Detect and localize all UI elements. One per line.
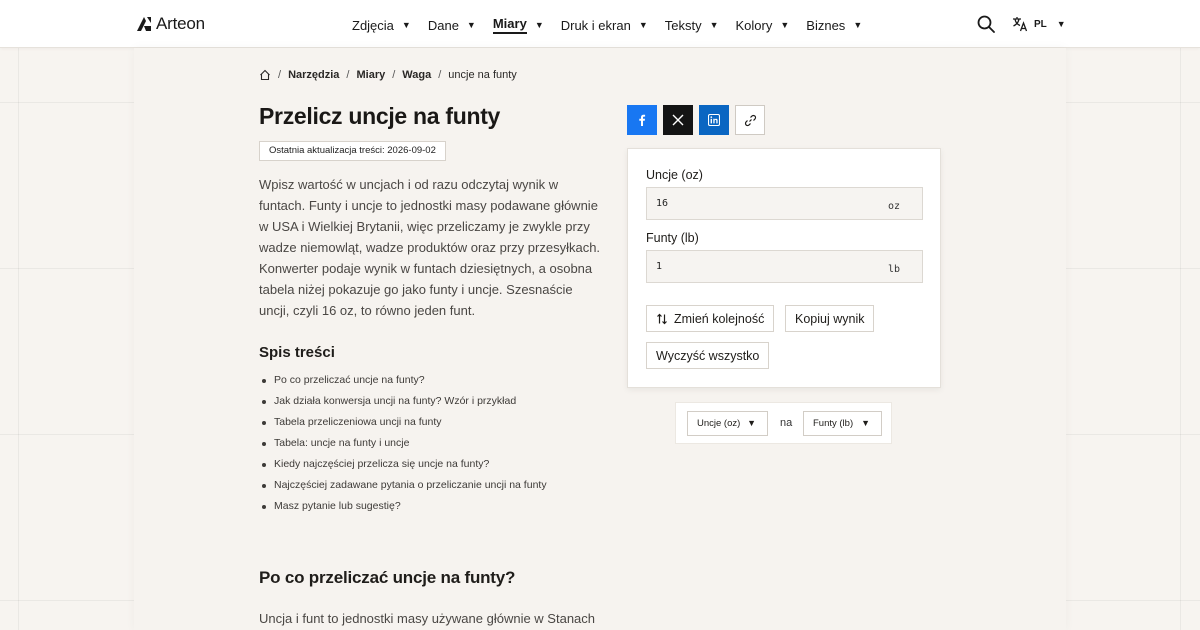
from-unit-select[interactable]: Uncje (oz) ▼ — [687, 411, 768, 436]
nav-item-zdjecia[interactable]: Zdjęcia ▼ — [352, 16, 411, 34]
breadcrumb-separator: / — [438, 69, 442, 81]
content-card: / Narzędzia / Miary / Waga / uncje na fu… — [134, 48, 1066, 630]
to-unit: lb — [887, 264, 900, 275]
nav-label: Miary — [492, 16, 527, 34]
toc-link[interactable]: Masz pytanie lub sugestię? — [259, 496, 547, 517]
caret-down-icon: ▼ — [709, 20, 719, 30]
toc-title: Spis treści — [259, 344, 335, 361]
caret-down-icon: ▼ — [780, 20, 790, 30]
share-x-button[interactable] — [663, 105, 693, 135]
nav-label: Kolory — [735, 17, 773, 33]
last-updated-badge: Ostatnia aktualizacja treści: 2026-09-02 — [259, 141, 446, 161]
nav-item-miary[interactable]: Miary ▼ — [492, 16, 544, 34]
caret-down-icon: ▼ — [466, 20, 476, 30]
copy-link-button[interactable] — [735, 105, 765, 135]
share-linkedin-button[interactable] — [699, 105, 729, 135]
main-nav: Zdjęcia ▼ Dane ▼ Miary ▼ Druk i ekran ▼ … — [352, 16, 879, 34]
from-unit-select-value: Uncje (oz) — [697, 418, 741, 429]
toc-link[interactable]: Jak działa konwersja uncji na funty? Wzó… — [259, 391, 547, 412]
breadcrumb-link-waga[interactable]: Waga — [402, 69, 431, 81]
unit-na-label: na — [780, 417, 793, 429]
breadcrumb-link-narzedzia[interactable]: Narzędzia — [288, 69, 339, 81]
nav-label: Druk i ekran — [560, 17, 631, 33]
from-field-label: Uncje (oz) — [646, 168, 703, 182]
breadcrumb-current: uncje na funty — [448, 69, 517, 81]
home-icon[interactable] — [259, 69, 271, 81]
breadcrumb-link-miary[interactable]: Miary — [356, 69, 385, 81]
nav-label: Biznes — [806, 17, 846, 33]
caret-down-icon: ▼ — [401, 20, 411, 30]
nav-item-biznes[interactable]: Biznes ▼ — [806, 16, 862, 34]
linkedin-icon — [708, 114, 720, 126]
unit-selector-bar: Uncje (oz) ▼ na Funty (lb) ▼ — [675, 402, 892, 444]
to-unit-select[interactable]: Funty (lb) ▼ — [803, 411, 882, 436]
language-switcher[interactable]: PL ▼ — [1012, 16, 1066, 32]
swap-arrows-icon — [657, 313, 667, 324]
logo-mark-icon — [137, 17, 151, 31]
breadcrumb-separator: / — [392, 69, 396, 81]
swap-button-label: Zmień kolejność — [674, 311, 765, 326]
nav-item-kolory[interactable]: Kolory ▼ — [736, 16, 790, 34]
toc-link[interactable]: Tabela: uncje na funty i uncje — [259, 433, 547, 454]
x-icon — [672, 114, 684, 126]
toc-link[interactable]: Kiedy najczęściej przelicza się uncje na… — [259, 454, 547, 475]
toc-link[interactable]: Po co przeliczać uncje na funty? — [259, 370, 547, 391]
logo[interactable]: Arteon — [136, 14, 205, 34]
caret-down-icon: ▼ — [853, 20, 863, 30]
to-unit-select-value: Funty (lb) — [813, 418, 854, 429]
section-title: Po co przeliczać uncje na funty? — [259, 568, 516, 587]
to-field-label: Funty (lb) — [646, 231, 699, 245]
nav-label: Zdjęcia — [352, 17, 394, 33]
clear-all-button[interactable]: Wyczyść wszystko — [646, 342, 770, 369]
logo-text: Arteon — [156, 14, 205, 33]
swap-button[interactable]: Zmień kolejność — [646, 305, 775, 332]
language-code: PL — [1034, 18, 1047, 30]
share-facebook-button[interactable] — [627, 105, 657, 135]
caret-down-icon: ▼ — [534, 20, 544, 30]
breadcrumb-separator: / — [346, 69, 350, 81]
converter-panel: Uncje (oz) oz Funty (lb) lb Zmień kolejn… — [627, 148, 941, 388]
copy-result-button[interactable]: Kopiuj wynik — [785, 305, 875, 332]
breadcrumb: / Narzędzia / Miary / Waga / uncje na fu… — [259, 69, 517, 81]
nav-label: Dane — [427, 17, 459, 33]
facebook-icon — [639, 114, 646, 126]
link-icon — [744, 114, 756, 126]
table-of-contents: Po co przeliczać uncje na funty? Jak dzi… — [259, 370, 547, 517]
nav-item-teksty[interactable]: Teksty ▼ — [665, 16, 719, 34]
caret-down-icon: ▼ — [861, 418, 870, 428]
site-header: Arteon Zdjęcia ▼ Dane ▼ Miary ▼ Druk i e… — [0, 0, 1200, 48]
caret-down-icon: ▼ — [747, 418, 756, 428]
toc-link[interactable]: Tabela przeliczeniowa uncji na funty — [259, 412, 547, 433]
page-title: Przelicz uncje na funty — [259, 103, 501, 129]
section-paragraph: Uncja i funt to jednostki masy używane g… — [259, 611, 596, 626]
nav-item-druk-i-ekran[interactable]: Druk i ekran ▼ — [561, 16, 648, 34]
caret-down-icon: ▼ — [1056, 19, 1066, 29]
to-field: lb — [646, 250, 923, 283]
nav-label: Teksty — [664, 17, 702, 33]
search-icon[interactable] — [977, 15, 995, 33]
toc-link[interactable]: Najczęściej zadawane pytania o przelicza… — [259, 475, 547, 496]
nav-item-dane[interactable]: Dane ▼ — [428, 16, 476, 34]
breadcrumb-separator: / — [278, 69, 282, 81]
ounces-input[interactable] — [647, 188, 872, 219]
translate-icon — [1013, 17, 1028, 32]
from-field: oz — [646, 187, 923, 220]
share-buttons — [627, 105, 765, 135]
pounds-input[interactable] — [647, 251, 872, 282]
intro-paragraph: Wpisz wartość w uncjach i od razu odczyt… — [259, 177, 601, 318]
from-unit: oz — [887, 201, 900, 212]
caret-down-icon: ▼ — [638, 20, 648, 30]
